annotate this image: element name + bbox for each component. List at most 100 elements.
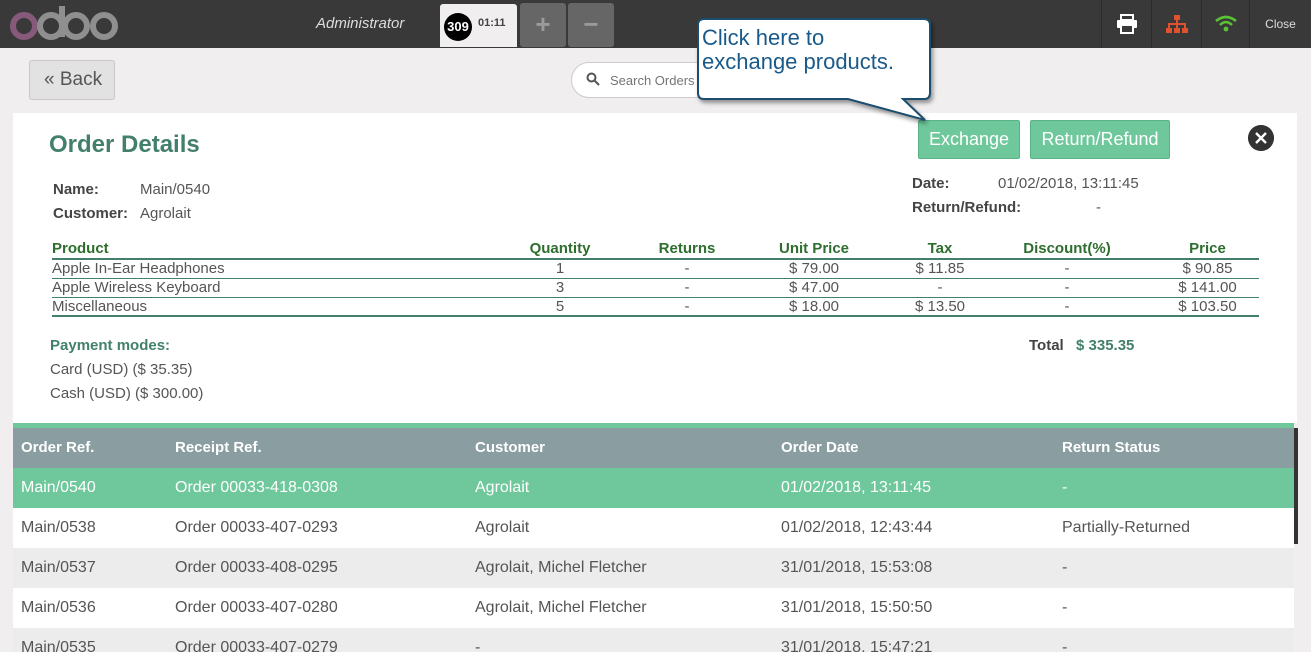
column-header: Tax bbox=[902, 239, 978, 260]
column-header: Price bbox=[1156, 239, 1259, 260]
wifi-status-button[interactable] bbox=[1201, 0, 1249, 48]
order-date: 31/01/2018, 15:50:50 bbox=[781, 599, 933, 616]
tax-cell: - bbox=[902, 278, 978, 298]
column-header: Quantity bbox=[472, 239, 648, 260]
tax-cell: $ 11.85 bbox=[902, 259, 978, 279]
double-chevron-left-icon: « bbox=[44, 69, 55, 90]
order-date: 31/01/2018, 15:47:21 bbox=[781, 639, 933, 652]
order-row[interactable]: Main/0540 Order 00033-418-0308 Agrolait … bbox=[13, 468, 1294, 508]
column-header: Order Date bbox=[781, 439, 859, 456]
back-label: Back bbox=[59, 69, 103, 90]
total-label: Total bbox=[1029, 337, 1064, 354]
name-label: Name: bbox=[53, 181, 99, 198]
column-header: Return Status bbox=[1062, 439, 1161, 456]
order-details-title: Order Details bbox=[49, 131, 200, 158]
receipt-ref: Order 00033-407-0280 bbox=[175, 599, 338, 616]
product-name: Apple In-Ear Headphones bbox=[52, 259, 472, 279]
name-value: Main/0540 bbox=[140, 181, 211, 198]
exchange-button[interactable]: Exchange bbox=[918, 120, 1020, 159]
date-label: Date: bbox=[912, 175, 950, 192]
payment-modes-title: Payment modes: bbox=[50, 337, 171, 354]
price-cell: $ 103.50 bbox=[1156, 297, 1259, 317]
tooltip-line: Click here to bbox=[702, 25, 825, 50]
quantity-cell: 1 bbox=[472, 259, 648, 279]
order-date: 31/01/2018, 15:53:08 bbox=[781, 559, 933, 576]
order-line-row: Apple Wireless Keyboard 3 - $ 47.00 - - … bbox=[52, 278, 1259, 298]
remove-order-button[interactable]: − bbox=[568, 3, 614, 47]
column-header: Unit Price bbox=[726, 239, 902, 260]
order-lines-table: Product Quantity Returns Unit Price Tax … bbox=[52, 239, 1259, 317]
return-status: Partially-Returned bbox=[1062, 519, 1191, 536]
return-refund-label: Return/Refund: bbox=[912, 199, 1022, 216]
order-tab[interactable]: 309 01:11 bbox=[440, 4, 517, 47]
order-date: 01/02/2018, 12:43:44 bbox=[781, 519, 933, 536]
close-label: Close bbox=[1265, 17, 1296, 31]
column-header: Product bbox=[52, 239, 472, 260]
price-cell: $ 141.00 bbox=[1156, 278, 1259, 298]
customer: Agrolait, Michel Fletcher bbox=[475, 559, 647, 576]
receipt-ref: Order 00033-408-0295 bbox=[175, 559, 338, 576]
order-ref: Main/0536 bbox=[21, 599, 96, 616]
order-row[interactable]: Main/0536 Order 00033-407-0280 Agrolait,… bbox=[13, 588, 1294, 628]
customer-label: Customer: bbox=[53, 205, 129, 222]
return-status: - bbox=[1062, 599, 1068, 616]
orders-list-header: Order Ref. Receipt Ref. Customer Order D… bbox=[13, 428, 1294, 468]
quantity-cell: 5 bbox=[472, 297, 648, 317]
price-cell: $ 90.85 bbox=[1156, 259, 1259, 279]
order-line-row: Miscellaneous 5 - $ 18.00 $ 13.50 - $ 10… bbox=[52, 297, 1259, 317]
orders-list: Order Ref. Receipt Ref. Customer Order D… bbox=[13, 423, 1294, 652]
search-icon bbox=[586, 72, 600, 86]
unit-price-cell: $ 47.00 bbox=[726, 278, 902, 298]
column-header: Order Ref. bbox=[21, 439, 95, 456]
customer: Agrolait bbox=[475, 519, 530, 536]
payment-line: Cash (USD) ($ 300.00) bbox=[50, 385, 204, 402]
payment-line: Card (USD) ($ 35.35) bbox=[50, 361, 193, 378]
column-header: Returns bbox=[648, 239, 726, 260]
order-lines-header: Product Quantity Returns Unit Price Tax … bbox=[52, 239, 1259, 260]
order-row[interactable]: Main/0535 Order 00033-407-0279 - 31/01/2… bbox=[13, 628, 1294, 652]
cashier-name[interactable]: Administrator bbox=[316, 15, 404, 32]
quantity-cell: 3 bbox=[472, 278, 648, 298]
discount-cell: - bbox=[978, 297, 1156, 317]
return-refund-value: - bbox=[1096, 199, 1101, 216]
list-scrollbar[interactable] bbox=[1294, 428, 1298, 544]
order-row[interactable]: Main/0537 Order 00033-408-0295 Agrolait,… bbox=[13, 548, 1294, 588]
order-ref: Main/0535 bbox=[21, 639, 96, 652]
tooltip-text: Click here to exchange products. bbox=[702, 26, 894, 74]
order-row[interactable]: Main/0538 Order 00033-407-0293 Agrolait … bbox=[13, 508, 1294, 548]
network-icon bbox=[1165, 15, 1188, 33]
customer: Agrolait bbox=[475, 479, 530, 496]
unit-price-cell: $ 18.00 bbox=[726, 297, 902, 317]
return-status: - bbox=[1062, 559, 1068, 576]
order-date: 01/02/2018, 13:11:45 bbox=[781, 479, 932, 496]
returns-cell: - bbox=[648, 297, 726, 317]
column-header: Discount(%) bbox=[978, 239, 1156, 260]
add-order-button[interactable]: + bbox=[520, 3, 566, 47]
product-name: Apple Wireless Keyboard bbox=[52, 278, 472, 298]
order-ref: Main/0537 bbox=[21, 559, 96, 576]
order-ref: Main/0538 bbox=[21, 519, 96, 536]
returns-cell: - bbox=[648, 259, 726, 279]
tax-cell: $ 13.50 bbox=[902, 297, 978, 317]
printer-icon bbox=[1116, 14, 1137, 34]
discount-cell: - bbox=[978, 259, 1156, 279]
total-value: $ 335.35 bbox=[1076, 337, 1135, 354]
order-details-panel: Order Details Exchange Return/Refund Nam… bbox=[13, 113, 1297, 423]
order-number-badge: 309 bbox=[444, 13, 472, 41]
receipt-ref: Order 00033-418-0308 bbox=[175, 479, 338, 496]
back-button[interactable]: « Back bbox=[29, 60, 115, 100]
customer: - bbox=[475, 639, 481, 652]
network-status-button[interactable] bbox=[1151, 0, 1201, 48]
product-name: Miscellaneous bbox=[52, 297, 472, 317]
date-value: 01/02/2018, 13:11:45 bbox=[998, 175, 1139, 192]
column-header: Receipt Ref. bbox=[175, 439, 262, 456]
close-icon[interactable] bbox=[1248, 125, 1274, 151]
return-refund-button[interactable]: Return/Refund bbox=[1030, 120, 1170, 159]
print-button[interactable] bbox=[1101, 0, 1151, 48]
column-header: Customer bbox=[475, 439, 546, 456]
returns-cell: - bbox=[648, 278, 726, 298]
wifi-icon bbox=[1214, 15, 1237, 32]
tooltip-line: exchange products. bbox=[702, 49, 895, 74]
customer-value: Agrolait bbox=[140, 205, 191, 222]
close-session-button[interactable]: Close bbox=[1249, 0, 1311, 48]
